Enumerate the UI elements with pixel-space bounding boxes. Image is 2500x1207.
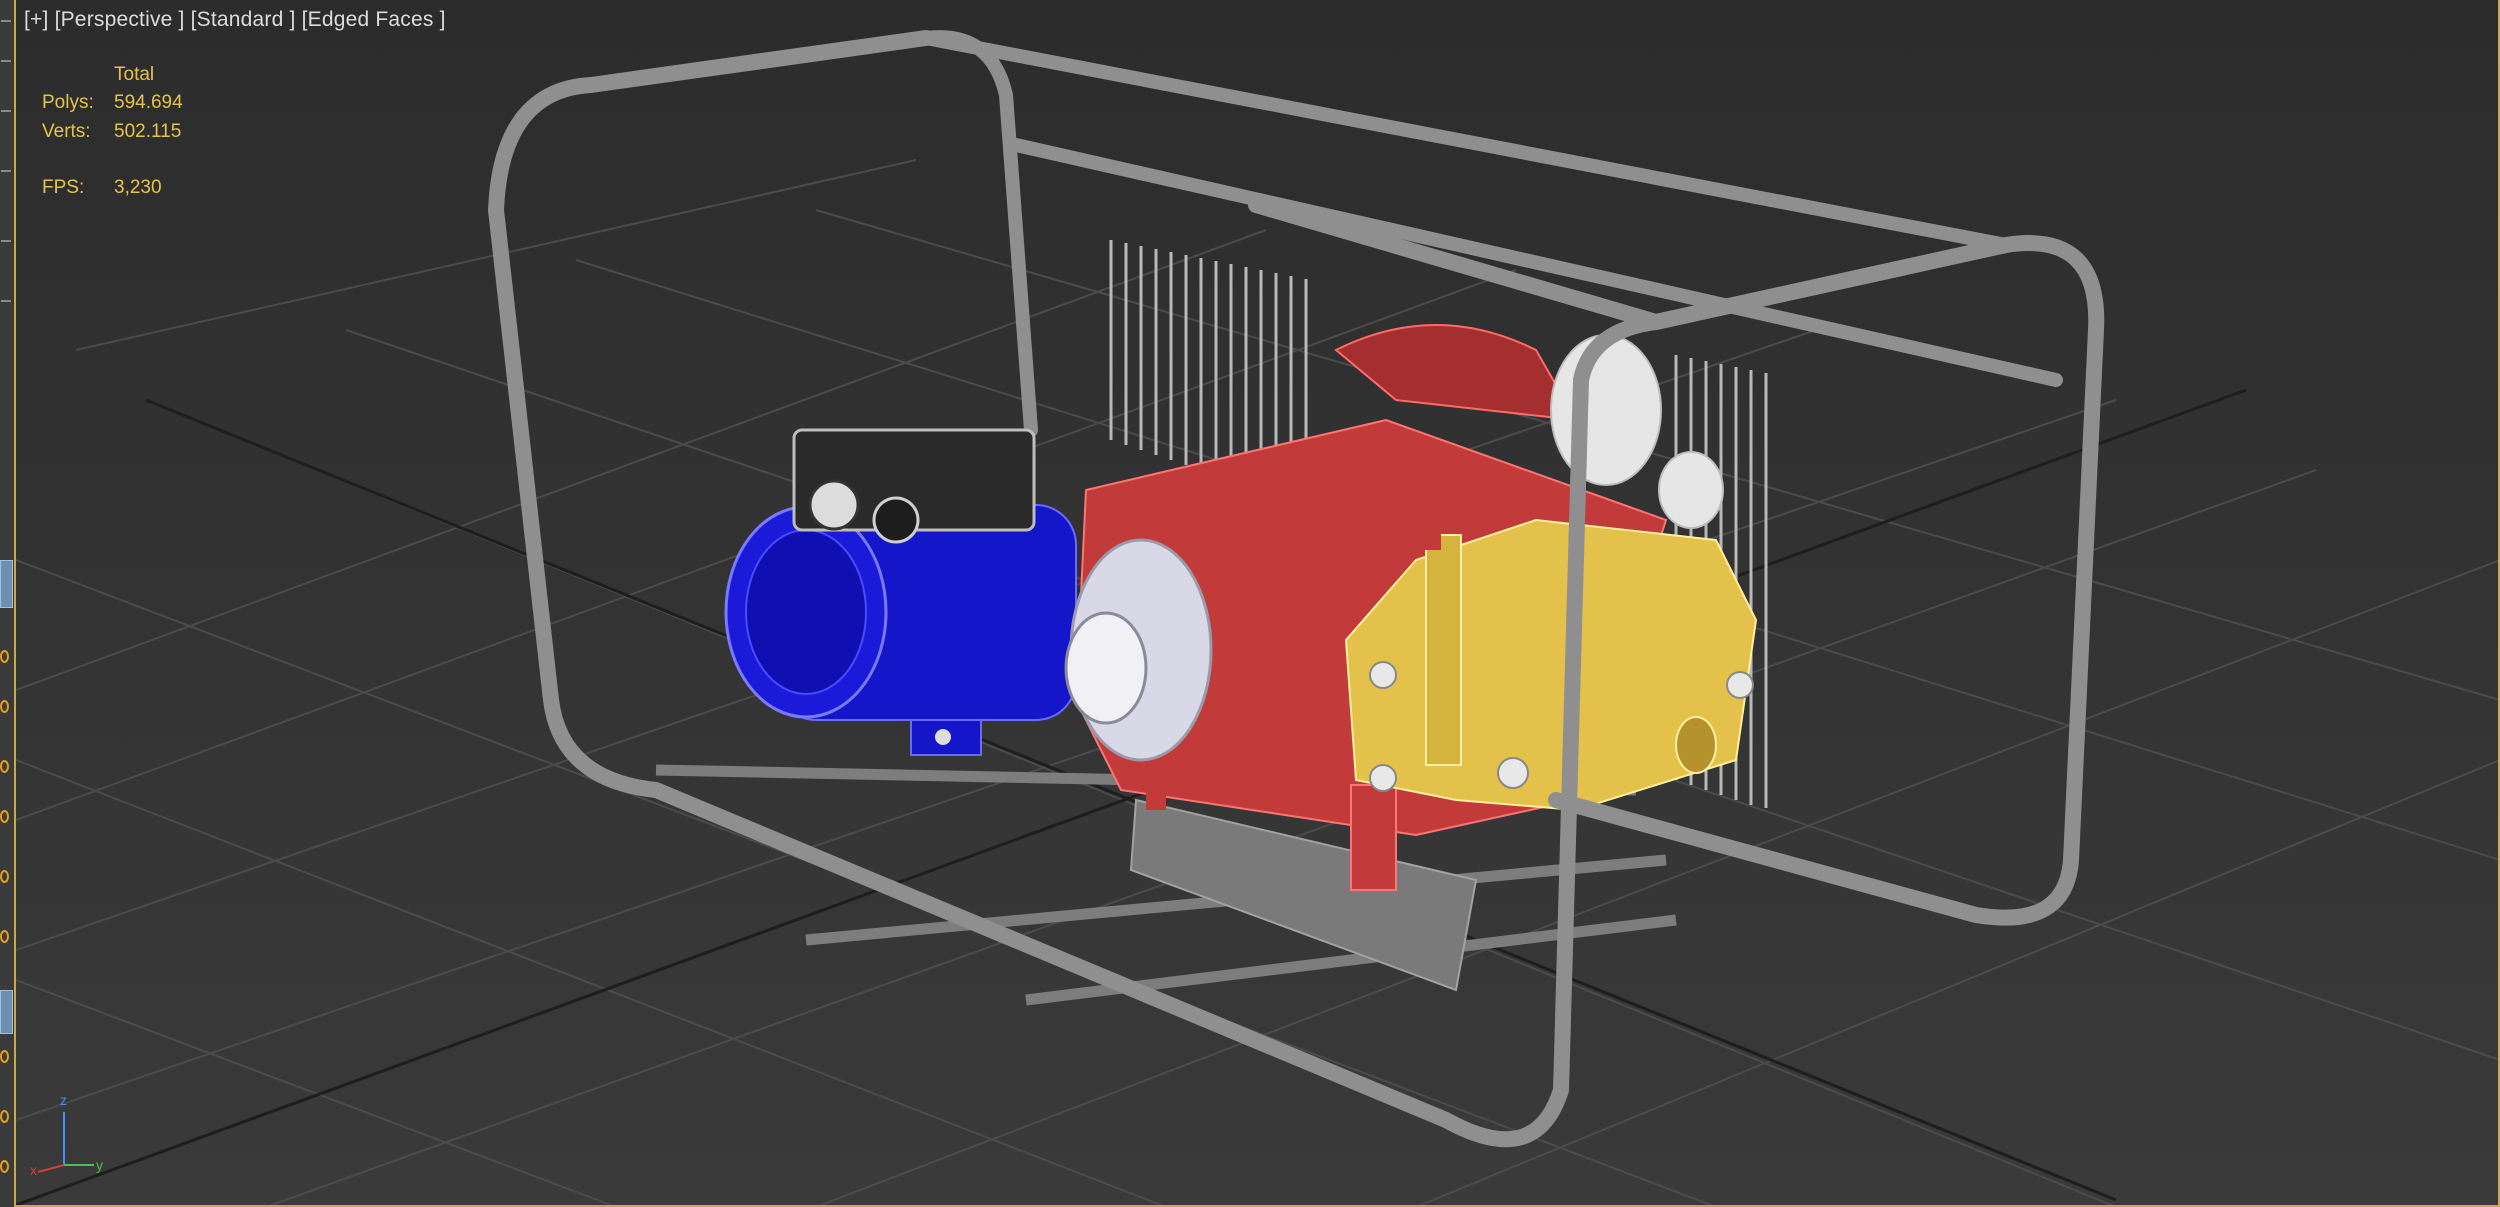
strip-light-icon[interactable] <box>0 810 9 823</box>
strip-tick[interactable] <box>1 300 11 302</box>
viewport-menu-label[interactable]: [+] [Perspective ] [Standard ] [Edged Fa… <box>24 8 446 32</box>
strip-tick[interactable] <box>1 60 11 62</box>
strip-light-icon[interactable] <box>0 1050 9 1063</box>
stats-fps-value: 3,230 <box>114 177 162 198</box>
strip-light-icon[interactable] <box>0 700 9 713</box>
perspective-viewport[interactable]: [+] [Perspective ] [Standard ] [Edged Fa… <box>16 0 2500 1207</box>
axis-gizmo-icon <box>37 1112 94 1173</box>
stats-polys-label: Polys: <box>42 92 94 113</box>
stats-fps-label: FPS: <box>42 177 85 198</box>
stats-total-header: Total <box>114 64 155 85</box>
stats-verts-label: Verts: <box>42 121 91 142</box>
strip-tick[interactable] <box>1 170 11 172</box>
stats-verts-value: 502.115 <box>114 121 182 142</box>
strip-light-icon[interactable] <box>0 1110 9 1123</box>
strip-tick[interactable] <box>1 20 11 22</box>
strip-light-icon[interactable] <box>0 1160 9 1173</box>
left-toolstrip[interactable] <box>0 0 16 1207</box>
strip-light-icon[interactable] <box>0 650 9 663</box>
axis-x-label: x <box>30 1162 37 1178</box>
stats-polys-value: 594.694 <box>114 92 183 113</box>
strip-active-tool[interactable] <box>0 990 13 1034</box>
viewport-scene[interactable] <box>16 0 2500 1207</box>
strip-light-icon[interactable] <box>0 930 9 943</box>
frame-back <box>584 30 2063 437</box>
strip-active-tool[interactable] <box>0 560 13 608</box>
strip-tick[interactable] <box>1 110 11 112</box>
strip-tick[interactable] <box>1 240 11 242</box>
electric-motor <box>724 428 1077 756</box>
strip-light-icon[interactable] <box>0 870 9 883</box>
strip-light-icon[interactable] <box>0 760 9 773</box>
axis-z-label: z <box>60 1092 67 1108</box>
axis-y-label: y <box>96 1157 103 1173</box>
pump-head <box>1344 334 1758 812</box>
